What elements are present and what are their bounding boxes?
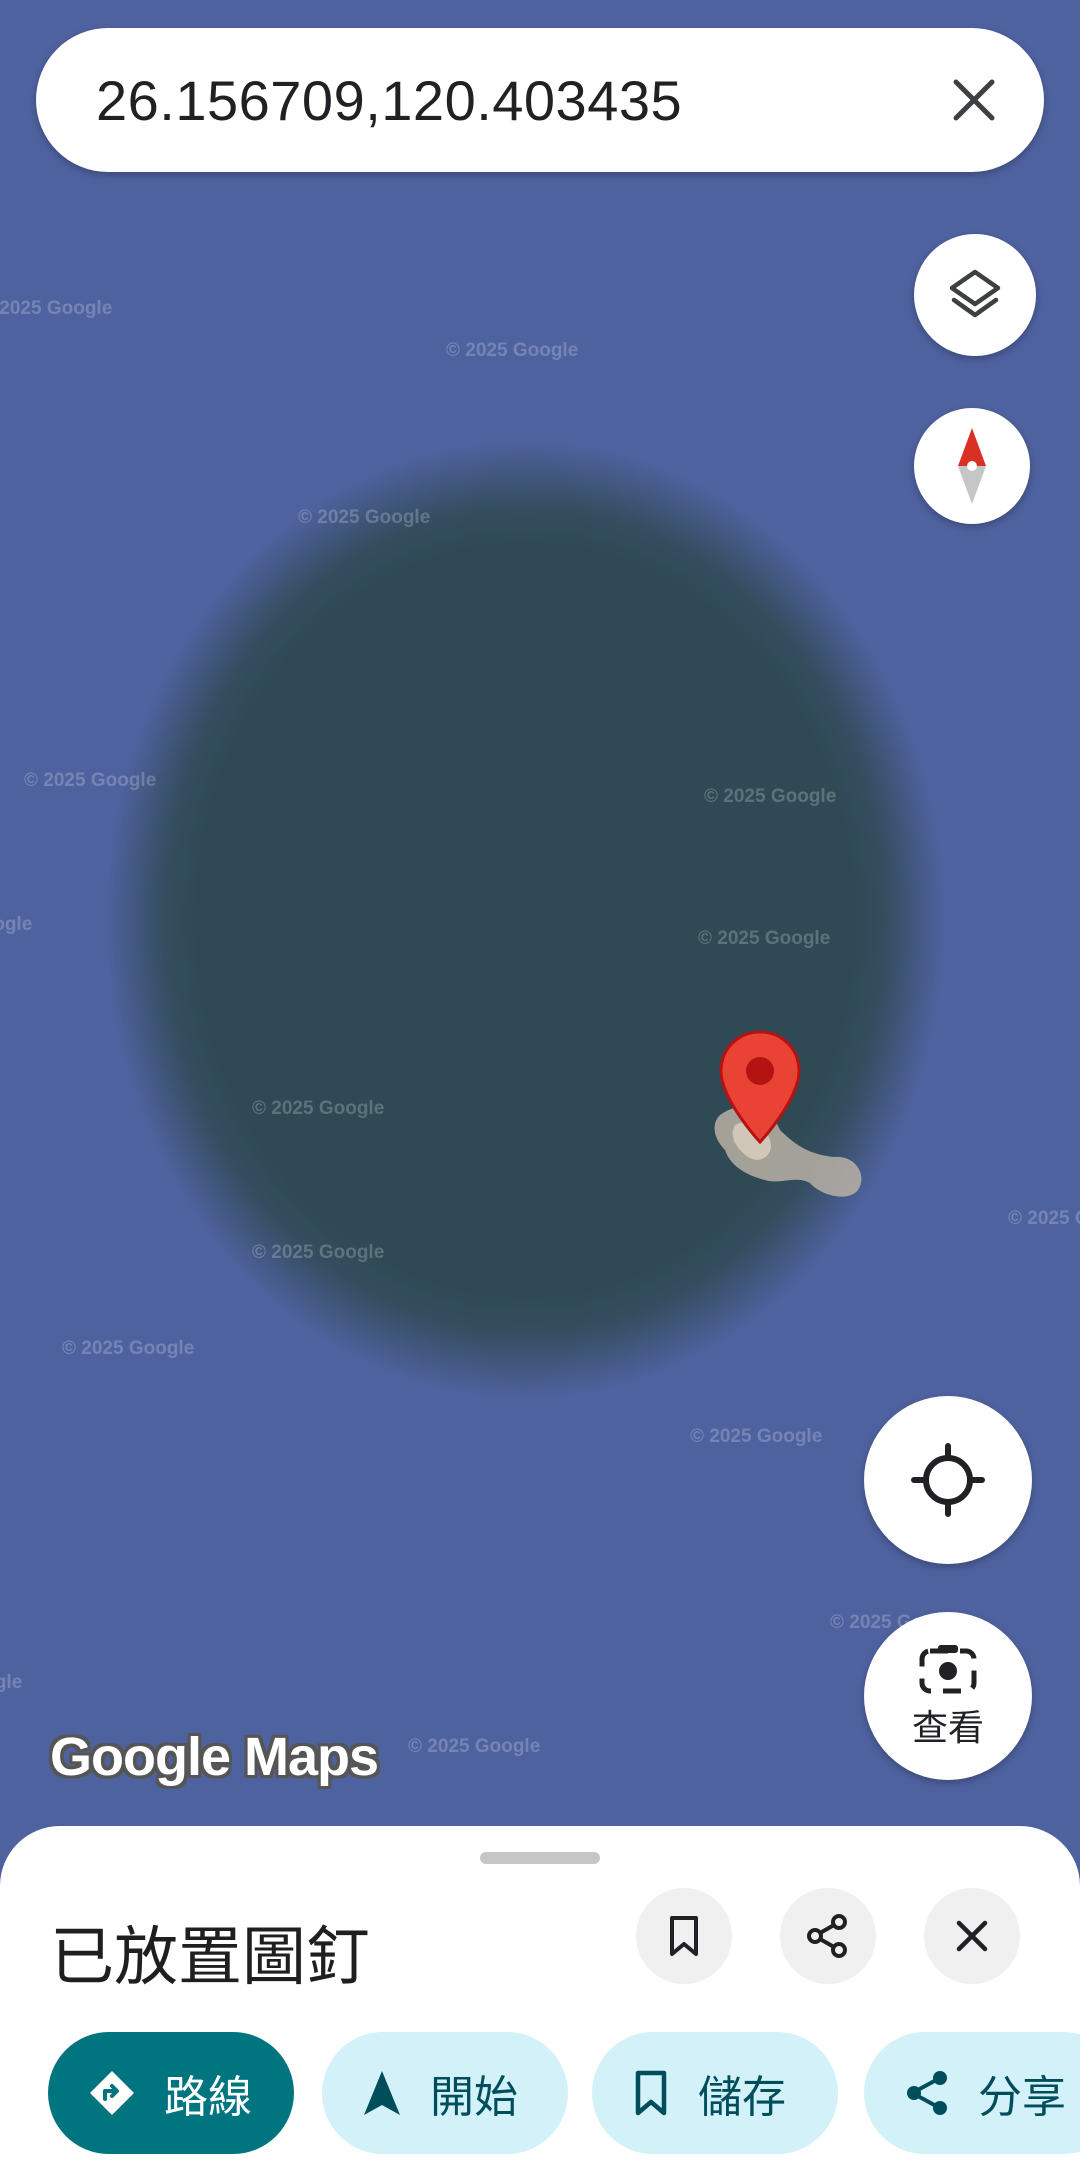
drag-handle[interactable] <box>480 1852 600 1864</box>
map-watermark: © 2025 Google <box>1008 1208 1080 1229</box>
map-watermark: © 2025 Google <box>252 1242 385 1263</box>
save-icon-button[interactable] <box>636 1888 732 1984</box>
map-watermark: © 2025 Google <box>24 770 157 791</box>
start-label: 開始 <box>430 2072 518 2123</box>
map-watermark: © 2025 Google <box>704 786 837 807</box>
save-chip-button[interactable]: 儲存 <box>592 2032 838 2154</box>
share-icon-button[interactable] <box>780 1888 876 1984</box>
crosshair-icon <box>911 1443 985 1517</box>
camera-lens-icon <box>919 1645 977 1694</box>
map-watermark: © 2025 Google <box>252 1098 385 1119</box>
share-chip-button[interactable]: 分享 <box>864 2032 1080 2154</box>
map-watermark: © 2025 Google <box>698 928 831 949</box>
share-label: 分享 <box>978 2072 1066 2123</box>
map-watermark: © 2025 Google <box>0 1672 23 1693</box>
compass-button[interactable] <box>914 408 1030 524</box>
share-icon <box>807 1914 847 1958</box>
directions-label: 路線 <box>164 2072 252 2123</box>
lens-label: 查看 <box>911 1708 984 1749</box>
save-label: 儲存 <box>698 2072 786 2123</box>
directions-icon <box>90 2071 134 2115</box>
navigation-arrow-icon <box>364 2071 400 2115</box>
close-icon <box>956 1920 988 1952</box>
close-sheet-button[interactable] <box>924 1888 1020 1984</box>
map-watermark: © 2025 Google <box>298 507 431 528</box>
location-pin-icon[interactable] <box>718 1030 802 1146</box>
bottom-sheet: 已放置圖釘 路線 開始 儲存 分享 <box>0 1826 1080 2161</box>
start-button[interactable]: 開始 <box>322 2032 568 2154</box>
directions-button[interactable]: 路線 <box>48 2032 294 2154</box>
my-location-button[interactable] <box>864 1396 1032 1564</box>
map-watermark: © 2025 Google <box>690 1426 823 1447</box>
map-watermark: © 2025 Google <box>446 340 579 361</box>
map-watermark: © 2025 Google <box>0 298 113 319</box>
map-watermark: © 2025 Google <box>408 1736 541 1757</box>
layers-button[interactable] <box>914 234 1036 356</box>
lens-view-button[interactable]: 查看 <box>864 1612 1032 1780</box>
bookmark-icon <box>635 2070 667 2116</box>
google-maps-logo: Google Maps <box>50 1727 379 1787</box>
search-bar[interactable]: 26.156709,120.403435 <box>36 28 1044 172</box>
share-icon <box>907 2071 947 2115</box>
place-title: 已放置圖釘 <box>50 1921 370 1995</box>
map-watermark: © 2025 Google <box>62 1338 195 1359</box>
map-watermark: © 2025 Google <box>0 914 33 935</box>
layers-icon <box>949 269 1001 318</box>
compass-icon <box>958 428 986 504</box>
clear-search-icon[interactable] <box>940 66 1008 134</box>
bookmark-icon <box>670 1916 698 1956</box>
search-input[interactable]: 26.156709,120.403435 <box>96 68 682 133</box>
